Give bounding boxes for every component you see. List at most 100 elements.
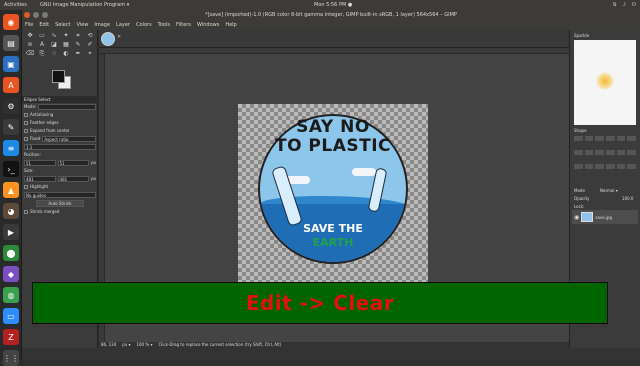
text-editor-icon[interactable]: ✎	[3, 119, 19, 135]
minimize-window-button[interactable]	[33, 12, 39, 18]
guides-dropdown[interactable]: No guides	[24, 192, 96, 198]
menu-file[interactable]: File	[25, 20, 33, 30]
path-icon[interactable]: ✒	[73, 50, 83, 58]
color-picker-icon[interactable]: ⌖	[85, 50, 95, 58]
activities-button[interactable]: Activities	[4, 0, 27, 10]
horizontal-ruler[interactable]	[99, 48, 569, 54]
highlight-row[interactable]: Highlight	[22, 183, 98, 191]
antialias-checkbox[interactable]	[24, 113, 28, 117]
app-launcher: ◉ ▤ ▣ A ⚙ ✎ ≡ ›_ ▲ ◕ ▶ ⬤ ◆ ◍ ▭ Z ⋮⋮	[0, 10, 22, 366]
menu-edit[interactable]: Edit	[39, 20, 49, 30]
warp-icon[interactable]: ≋	[25, 41, 35, 49]
smudge-icon[interactable]: ☝	[49, 50, 59, 58]
brush-preview[interactable]	[574, 40, 636, 125]
expand-row[interactable]: Expand from center	[22, 127, 98, 135]
window-title: *[save] (imported)-1.0 (RGB color 8-bit …	[22, 10, 640, 20]
rect-select-icon[interactable]: ▭	[37, 32, 47, 40]
aspect-dropdown[interactable]: Aspect ratio	[42, 136, 96, 142]
mode-buttons[interactable]	[38, 104, 96, 110]
files-icon[interactable]: ▤	[3, 35, 19, 51]
image-tab-thumbnail[interactable]	[101, 32, 115, 46]
power-icon[interactable]: ⏻	[632, 0, 636, 10]
brush-grid[interactable]	[574, 136, 636, 176]
position-y-field[interactable]: 51	[57, 160, 90, 166]
eye-icon[interactable]: ◉	[574, 214, 579, 221]
menu-filters[interactable]: Filters	[176, 20, 191, 30]
menu-tools[interactable]: Tools	[158, 20, 170, 30]
close-tab-icon[interactable]: ✕	[117, 34, 121, 40]
fixed-checkbox[interactable]	[24, 137, 28, 141]
brush-icon[interactable]: ✐	[85, 41, 95, 49]
maximize-window-button[interactable]	[42, 12, 48, 18]
auto-shrink-button[interactable]: Auto Shrink	[36, 200, 84, 207]
console-icon[interactable]: ›_	[3, 161, 19, 177]
writer-icon[interactable]: ≡	[3, 140, 19, 156]
software-icon[interactable]: A	[3, 77, 19, 93]
menu-layer[interactable]: Layer	[116, 20, 130, 30]
transform-icon[interactable]: ⟲	[85, 32, 95, 40]
image-tabs: ✕	[99, 30, 569, 48]
position-unit[interactable]: px	[91, 159, 96, 167]
vlc-icon[interactable]: ▲	[3, 182, 19, 198]
menu-colors[interactable]: Colors	[136, 20, 152, 30]
fuzzy-select-icon[interactable]: ✦	[61, 32, 71, 40]
ratio-field[interactable]: 1:1	[24, 144, 96, 150]
clock[interactable]: Mon 5:56 PM ●	[314, 0, 352, 10]
ratio-row: 1:1	[22, 143, 98, 151]
android-icon[interactable]: ◍	[3, 287, 19, 303]
show-apps-icon[interactable]: ⋮⋮	[3, 350, 19, 366]
menu-select[interactable]: Select	[55, 20, 70, 30]
shrink-merged-checkbox[interactable]	[24, 210, 28, 214]
menu-image[interactable]: Image	[94, 20, 110, 30]
image-canvas[interactable]: SAY NO TO PLASTIC SAVE THE EARTH	[238, 104, 428, 294]
pencil-icon[interactable]: ✎	[73, 41, 83, 49]
gimp-icon[interactable]: ◕	[3, 203, 19, 219]
layer-mode-dropdown[interactable]: Normal ▾	[600, 188, 618, 193]
cloud-shape	[352, 168, 376, 176]
bucket-icon[interactable]: ◪	[49, 41, 59, 49]
settings-icon[interactable]: ⚙	[3, 98, 19, 114]
eraser-icon[interactable]: ⌫	[25, 50, 35, 58]
filezilla-icon[interactable]: Z	[3, 329, 19, 345]
dodge-icon[interactable]: ◐	[61, 50, 71, 58]
clone-icon[interactable]: ⎘	[37, 50, 47, 58]
zoom-icon[interactable]: ▭	[3, 308, 19, 324]
cube-icon[interactable]: ◆	[3, 266, 19, 282]
move-tool-icon[interactable]: ✥	[25, 32, 35, 40]
highlight-checkbox[interactable]	[24, 185, 28, 189]
lock-label: Lock:	[574, 204, 585, 209]
text-tool-icon[interactable]: A	[37, 41, 47, 49]
feather-row[interactable]: Feather edges	[22, 119, 98, 127]
size-unit[interactable]: px	[91, 175, 96, 183]
shrink-merged-label: Shrink merged	[30, 209, 60, 214]
size-h-field[interactable]: 481	[57, 176, 90, 182]
position-values: 51 51 px	[22, 159, 98, 167]
poster-headline: SAY NO TO PLASTIC	[238, 118, 428, 156]
brush-name: Sparkle	[574, 33, 590, 38]
layer-row[interactable]: ◉ save.jpg	[572, 210, 638, 224]
feather-checkbox[interactable]	[24, 121, 28, 125]
maps-icon[interactable]: ⬤	[3, 245, 19, 261]
size-w-field[interactable]: 481	[24, 176, 56, 182]
terminal-icon[interactable]: ▣	[3, 56, 19, 72]
menu-help[interactable]: Help	[225, 20, 236, 30]
chrome-icon[interactable]: ◉	[3, 14, 19, 30]
close-window-button[interactable]	[24, 12, 30, 18]
system-tray[interactable]: ⇅ ♪ ⏻	[613, 0, 636, 10]
media-icon[interactable]: ▶	[3, 224, 19, 240]
foreground-color-swatch[interactable]	[52, 70, 65, 83]
app-menu[interactable]: GNU Image Manipulation Program ▾	[40, 0, 129, 10]
crop-icon[interactable]: ⌗	[73, 32, 83, 40]
gradient-icon[interactable]: ▦	[61, 41, 71, 49]
layer-thumbnail	[581, 212, 594, 222]
volume-icon[interactable]: ♪	[623, 0, 626, 10]
shrink-merged-row[interactable]: Shrink merged	[22, 208, 98, 216]
network-icon[interactable]: ⇅	[613, 0, 617, 10]
position-x-field[interactable]: 51	[24, 160, 56, 166]
lasso-icon[interactable]: ∿	[49, 32, 59, 40]
opacity-value[interactable]: 100.0	[622, 196, 633, 201]
menu-view[interactable]: View	[77, 20, 89, 30]
menu-windows[interactable]: Windows	[197, 20, 219, 30]
expand-checkbox[interactable]	[24, 129, 28, 133]
antialias-row[interactable]: Antialiasing	[22, 111, 98, 119]
